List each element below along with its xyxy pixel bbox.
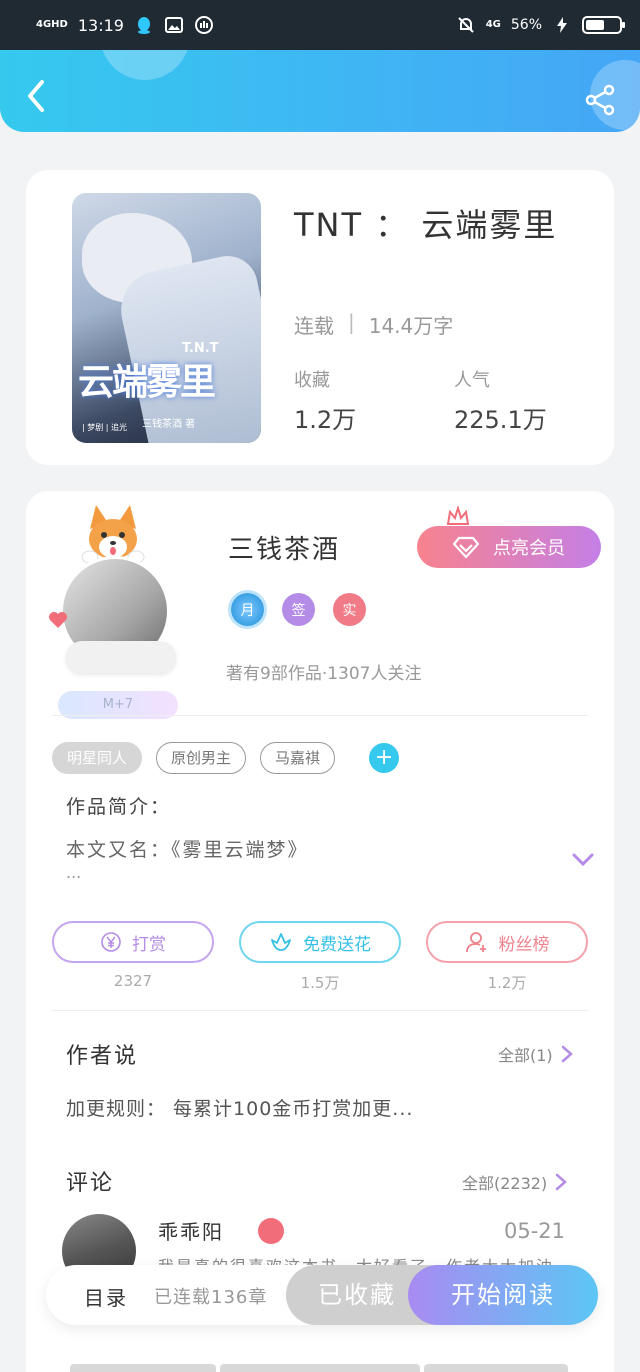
intro-ellipsis: ... <box>66 863 82 882</box>
heart-icon <box>49 612 67 628</box>
signed-badge[interactable]: 签 <box>282 593 315 626</box>
tag-item[interactable]: 马嘉祺 <box>260 742 336 774</box>
cover-title: 云端雾里 <box>78 361 216 403</box>
author-says-all-label: 全部(1) <box>498 1046 553 1065</box>
intro-heading: 作品简介： <box>66 796 172 818</box>
chevron-right-icon <box>555 1173 568 1191</box>
add-tag-button[interactable]: + <box>369 743 400 773</box>
author-name[interactable]: 三钱茶酒 <box>228 529 340 566</box>
book-info-card: T.N.T 云端雾里 | 梦剧 | 追光 三钱茶酒 著 TNT ： 云端雾里 连… <box>26 170 614 465</box>
signal-indicator: 4G <box>485 19 501 30</box>
commenter-name[interactable]: 乖乖阳 <box>158 1216 224 1245</box>
fan-rank-button[interactable]: 粉丝榜 <box>426 921 588 963</box>
user-icon <box>465 932 486 953</box>
cover-meta: | 梦剧 | 追光 <box>82 423 128 432</box>
nav-bar-segment <box>220 1364 420 1372</box>
favorites-value: 1.2万 <box>294 406 357 434</box>
top-header <box>0 50 640 132</box>
yen-icon <box>101 932 121 952</box>
share-button[interactable] <box>584 84 616 116</box>
comments-all-label: 全部(2232) <box>462 1174 548 1193</box>
battery-percent: 56% <box>510 17 542 33</box>
serial-status: 连载 <box>294 314 334 338</box>
reward-count: 2327 <box>113 972 153 990</box>
separator: | <box>348 310 355 334</box>
divider <box>52 1010 588 1011</box>
verified-badge[interactable]: 实 <box>333 593 366 626</box>
vip-diamond-icon <box>258 1218 284 1244</box>
reward-label: 打赏 <box>132 934 166 955</box>
word-count: 14.4万字 <box>368 314 454 338</box>
cover-subtitle: 三钱茶酒 著 <box>142 419 196 430</box>
battery-icon <box>582 16 625 34</box>
author-info: 著有9部作品·1307人关注 <box>226 664 422 684</box>
avatar-cloud-decoration <box>66 641 176 673</box>
back-button[interactable] <box>22 78 50 114</box>
comments-all-link[interactable]: 全部(2232) <box>462 1170 568 1194</box>
charging-icon <box>552 15 572 35</box>
image-icon <box>164 15 184 35</box>
author-avatar-frame[interactable]: M+7 <box>48 501 208 719</box>
free-flower-button[interactable]: 免费送花 <box>239 921 401 963</box>
divider <box>52 715 588 716</box>
network-indicator: 4GHD <box>36 19 68 30</box>
fan-rank-label: 粉丝榜 <box>498 934 550 955</box>
start-reading-button[interactable]: 开始阅读 <box>408 1265 598 1325</box>
favorites-label: 收藏 <box>294 370 330 391</box>
month-badge[interactable]: 月 <box>231 593 264 626</box>
status-bar: 4GHD 13:19 4G 56% <box>0 0 640 50</box>
author-badges: 月 签 实 <box>231 593 366 626</box>
nav-bar-segment <box>424 1364 568 1372</box>
reward-button[interactable]: 打赏 <box>52 921 214 963</box>
nav-bar-segment <box>70 1364 216 1372</box>
tag-list: 明星同人 原创男主 马嘉祺 + <box>52 742 400 774</box>
free-flower-label: 免费送花 <box>303 934 371 955</box>
intro-text: 本文又名：《雾里云端梦》 <box>66 839 309 861</box>
serial-info: 连载 | 14.4万字 <box>294 310 453 339</box>
diamond-icon <box>453 536 479 558</box>
tag-item[interactable]: 明星同人 <box>52 742 143 774</box>
popularity-value: 225.1万 <box>454 406 547 434</box>
clock: 13:19 <box>77 15 124 35</box>
tag-item[interactable]: 原创男主 <box>156 742 247 774</box>
author-says-all-link[interactable]: 全部(1) <box>498 1042 573 1066</box>
flower-icon <box>271 933 291 951</box>
share-icon <box>585 84 615 116</box>
vip-button[interactable]: 点亮会员 <box>417 526 601 568</box>
author-says-heading: 作者说 <box>66 1044 139 1069</box>
hand-icon <box>194 15 214 35</box>
comments-heading: 评论 <box>66 1171 115 1196</box>
flower-count: 1.5万 <box>300 974 340 992</box>
comment-date: 05-21 <box>504 1219 566 1243</box>
bottom-action-bar: 目录 已连载136章 已收藏 开始阅读 <box>46 1265 598 1325</box>
expand-chevron-icon[interactable] <box>572 853 594 867</box>
chapter-count[interactable]: 已连载136章 <box>154 1283 267 1309</box>
fan-count: 1.2万 <box>487 974 527 992</box>
toc-button[interactable]: 目录 <box>84 1282 128 1311</box>
bell-mute-icon <box>456 15 476 35</box>
book-cover[interactable]: T.N.T 云端雾里 | 梦剧 | 追光 三钱茶酒 著 <box>72 193 261 443</box>
book-title: TNT ： 云端雾里 <box>294 206 558 244</box>
qq-icon <box>134 15 154 35</box>
vip-button-label: 点亮会员 <box>493 538 565 559</box>
author-card: M+7 三钱茶酒 点亮会员 月 签 实 著有9部作品·1307人关注 明星同人 … <box>26 491 614 1372</box>
crown-icon <box>446 506 470 525</box>
chevron-right-icon <box>561 1045 573 1063</box>
author-says-text[interactable]: 加更规则： 每累计100金币打赏加更... <box>66 1094 413 1121</box>
popularity-label: 人气 <box>454 370 490 391</box>
